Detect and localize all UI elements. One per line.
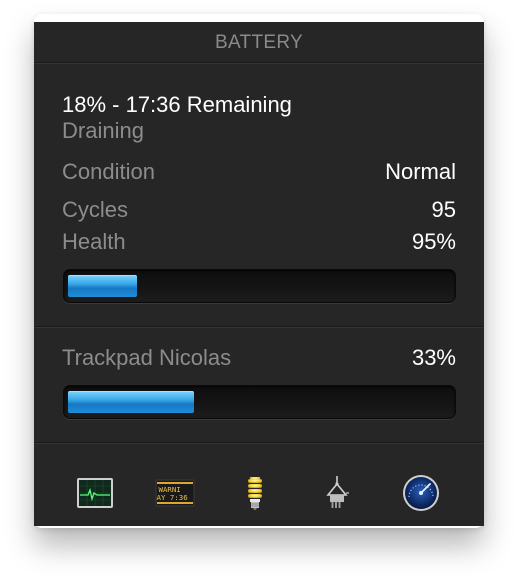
trackpad-charge-bar	[63, 385, 456, 419]
health-label: Health	[62, 229, 126, 254]
toolbar: WARNI AY 7:36	[34, 443, 484, 526]
battery-panel: BATTERY 18% - 17:36 Remaining Draining C…	[34, 22, 484, 526]
activity-monitor-icon[interactable]	[75, 473, 115, 513]
trackpad-charge-fill	[68, 391, 194, 413]
battery-state: Draining	[62, 118, 144, 143]
condition-value: Normal	[385, 159, 456, 184]
battery-charge-fill	[68, 275, 137, 297]
cycles-label: Cycles	[62, 197, 129, 222]
battery-status: 18% - 17:36 Remaining	[62, 92, 292, 117]
condition-label: Condition	[62, 159, 155, 184]
console-line-2: AY 7:36	[157, 493, 188, 502]
header-title: BATTERY	[215, 32, 303, 53]
battery-charge-bar	[63, 269, 456, 303]
console-icon[interactable]: WARNI AY 7:36	[155, 473, 195, 513]
usb-plug-icon[interactable]	[317, 473, 357, 513]
section-divider	[34, 326, 484, 327]
cycles-value: 95	[431, 197, 456, 222]
health-value: 95%	[411, 229, 456, 254]
lightbulb-icon[interactable]	[235, 473, 275, 513]
speedometer-icon[interactable]	[401, 473, 441, 513]
panel-header: BATTERY	[34, 22, 484, 63]
trackpad-label: Trackpad Nicolas	[62, 345, 232, 370]
trackpad-value: 33%	[411, 345, 456, 370]
